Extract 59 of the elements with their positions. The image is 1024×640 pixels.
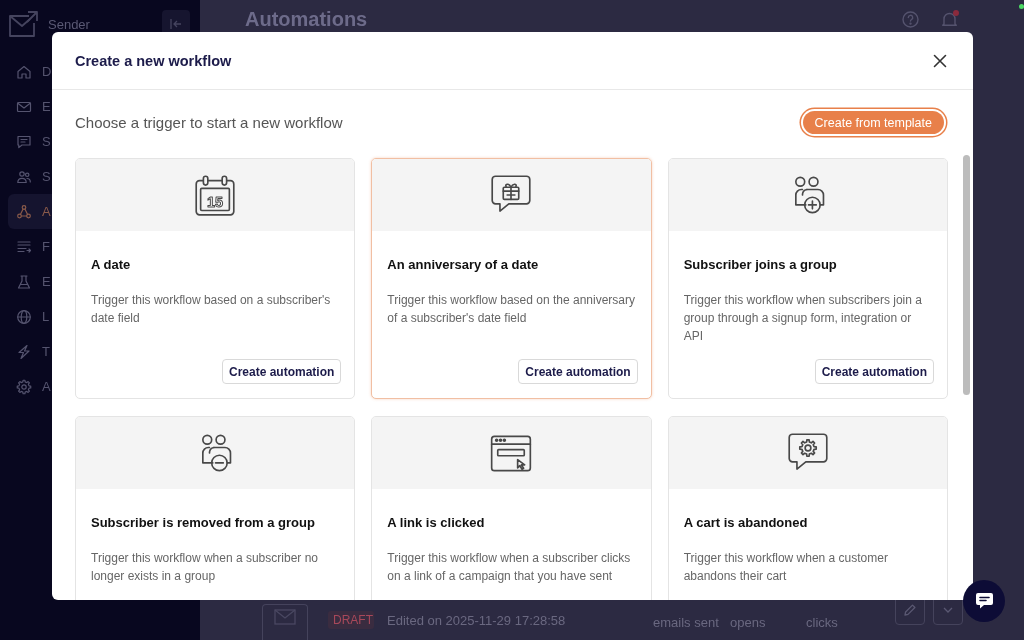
brand-name: Sender — [48, 16, 90, 32]
nav-item[interactable]: A — [8, 369, 52, 404]
gear-icon — [16, 378, 32, 395]
globe-icon — [16, 308, 32, 325]
status-badge: DRAFT — [328, 611, 374, 629]
form-icon — [16, 238, 32, 255]
chat-icon — [16, 133, 32, 150]
card-description: Trigger this workflow when a customer abandons their cart — [683, 550, 889, 585]
nav-item[interactable]: T — [8, 334, 52, 369]
collapse-icon — [169, 17, 183, 31]
stat-label: clicks — [806, 615, 838, 630]
scrollbar-thumb[interactable] — [963, 155, 970, 395]
modal-subtitle: Choose a trigger to start a new workflow — [75, 114, 343, 131]
home-icon — [16, 63, 32, 80]
close-icon — [933, 53, 947, 68]
trigger-card[interactable]: 15 A date Trigger this workflow based on a subscriber's date field Create automation — [75, 158, 356, 399]
nav-item[interactable]: E — [8, 89, 52, 124]
chat-bubble-icon — [974, 592, 994, 610]
create-automation-button[interactable]: Create automation — [814, 359, 934, 384]
card-title: Subscriber joins a group — [683, 257, 838, 273]
card-title: A link is clicked — [387, 515, 486, 531]
nav-item[interactable]: S — [8, 124, 52, 159]
indicator-dot-icon — [1019, 4, 1024, 9]
people-icon — [16, 168, 32, 185]
card-description: Trigger this workflow when a subscriber clicks on a link of a campaign that you have sent — [387, 550, 632, 585]
trigger-card[interactable]: Subscriber is removed from a group Trigger this workflow when a subscriber no longer exists in a group — [75, 416, 356, 600]
logo-icon — [8, 10, 40, 38]
page-title: Automations — [245, 8, 368, 30]
card-description: Trigger this workflow based on the anniversary of a subscriber's date field — [387, 292, 636, 327]
nav-item[interactable]: S — [8, 159, 52, 194]
card-title: An anniversary of a date — [387, 257, 540, 273]
flask-icon — [16, 273, 32, 290]
nav-item[interactable]: D — [8, 54, 52, 89]
card-title: A cart is abandoned — [683, 515, 809, 531]
edited-date: Edited on 2025-11-29 17:28:58 — [387, 612, 567, 628]
nav-item[interactable]: F — [8, 229, 52, 264]
card-description: Trigger this workflow when subscribers join a group through a signup form, integration or API — [683, 292, 923, 345]
trigger-card[interactable]: A cart is abandoned Trigger this workflow when a customer abandons their cart — [667, 416, 948, 600]
nav-item[interactable]: A — [8, 194, 52, 229]
stat-label: opens — [730, 615, 766, 630]
modal-title: Create a new workflow — [75, 52, 232, 69]
stat-label: emails sent — [653, 615, 719, 630]
envelope-icon — [274, 609, 296, 625]
card-description: Trigger this workflow based on a subscriber's date field — [91, 292, 332, 327]
close-button[interactable] — [933, 53, 947, 68]
nav-item[interactable]: L — [8, 299, 52, 334]
pencil-icon — [903, 603, 917, 617]
create-from-template-button[interactable]: Create from template — [802, 111, 944, 134]
trigger-card[interactable]: A link is clicked Trigger this workflow when a subscriber clicks on a link of a campaign that you have sent — [371, 416, 652, 600]
nodes-icon — [16, 203, 32, 220]
lightning-icon — [16, 343, 32, 360]
create-automation-button[interactable]: Create automation — [518, 359, 638, 384]
card-description: Trigger this workflow when a subscriber no longer exists in a group — [91, 550, 319, 585]
card-title: A date — [91, 257, 132, 273]
create-automation-button[interactable]: Create automation — [221, 359, 342, 384]
nav-item[interactable]: E — [8, 264, 52, 299]
card-title: Subscriber is removed from a group — [91, 515, 316, 531]
trigger-card[interactable]: An anniversary of a date Trigger this workflow based on the anniversary of a subscriber's date field Create automation — [371, 158, 652, 399]
trigger-card[interactable]: Subscriber joins a group Trigger this workflow when subscribers join a group through a signup form, integration or API Create automation — [667, 158, 948, 399]
